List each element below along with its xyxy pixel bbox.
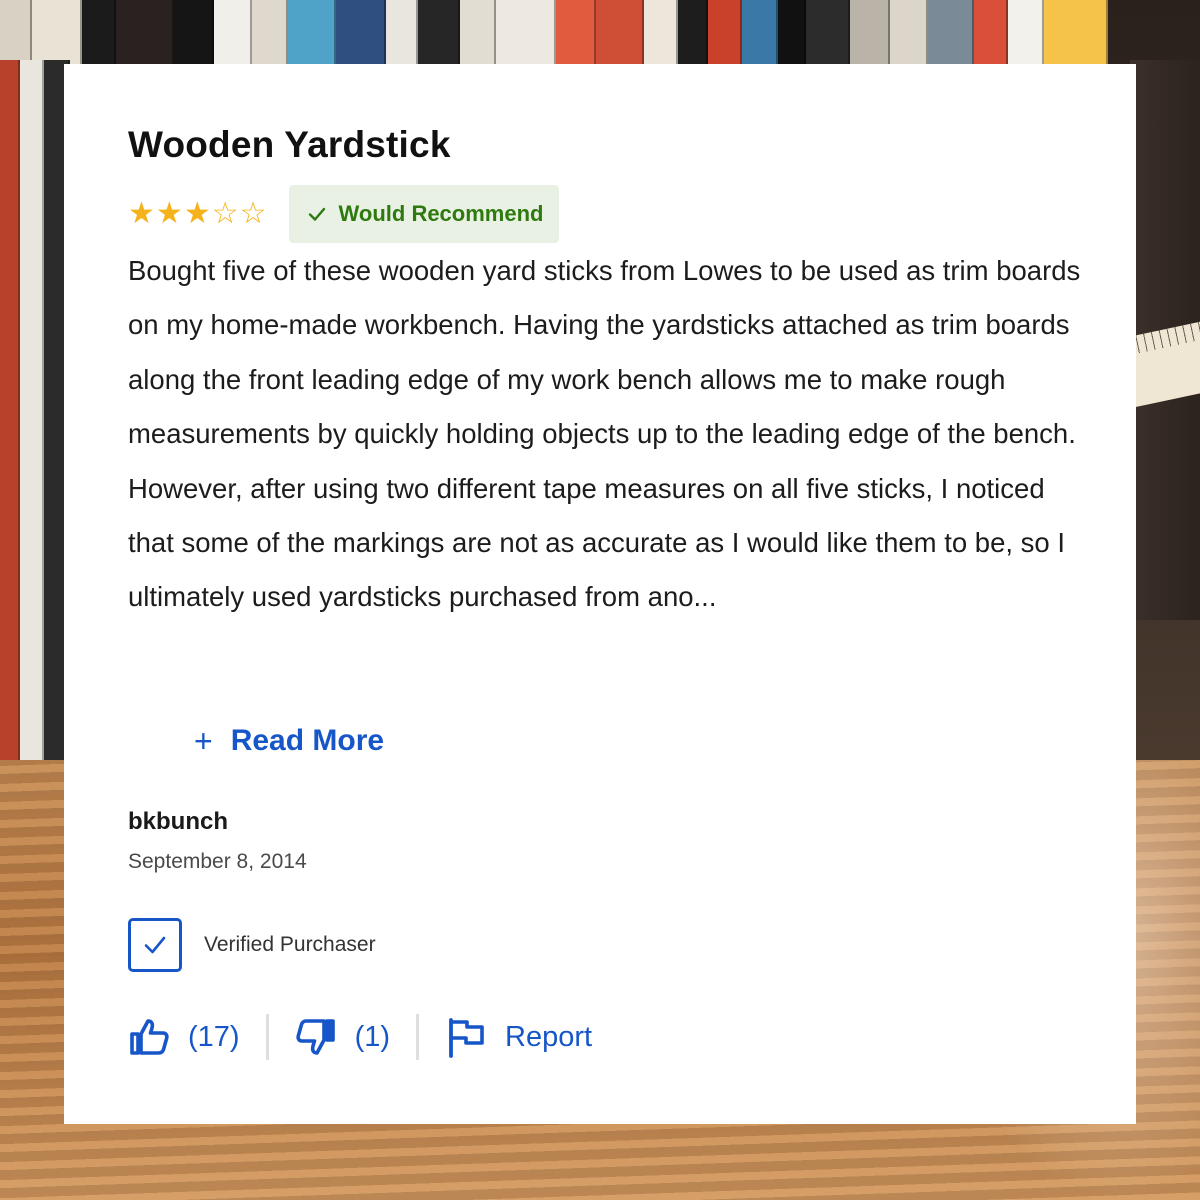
review-body: Bought five of these wooden yard sticks … (128, 255, 1081, 613)
check-icon (308, 207, 325, 221)
review-author: bkbunch (128, 808, 228, 835)
unhelpful-button[interactable]: (1) (295, 1016, 390, 1058)
verified-purchaser: Verified Purchaser (128, 918, 376, 972)
star-filled-icon: ★ (183, 196, 211, 231)
review-actions: (17) (1) Report (128, 1008, 592, 1066)
recommend-label: Would Recommend (338, 201, 544, 226)
review-title: Wooden Yardstick (128, 124, 451, 165)
review-card: Wooden Yardstick ★ ★ ★ ☆ ☆ Would Recommend B… (64, 64, 1136, 1124)
read-more-label: Read More (230, 724, 385, 757)
star-empty-icon: ☆ (239, 196, 267, 231)
report-label: Report (505, 1020, 593, 1053)
star-rating: ★ ★ ★ ☆ ☆ (128, 199, 267, 229)
plus-icon: + (194, 723, 213, 759)
thumbs-up-icon (130, 1019, 169, 1055)
divider (416, 1014, 420, 1060)
star-empty-icon: ☆ (211, 196, 239, 231)
report-button[interactable]: Report (445, 1016, 592, 1058)
verified-label: Verified Purchaser (204, 933, 376, 956)
read-more-button[interactable]: + Read More (194, 716, 384, 766)
unhelpful-count: (1) (354, 1020, 391, 1053)
helpful-button[interactable]: (17) (128, 1016, 240, 1058)
thumbs-down-icon (295, 1019, 335, 1055)
checkbox-checked-icon (128, 918, 182, 972)
rating-row: ★ ★ ★ ☆ ☆ Would Recommend (128, 185, 560, 243)
star-filled-icon: ★ (155, 196, 183, 231)
review-date: September 8, 2014 (128, 850, 307, 873)
flag-icon (449, 1018, 484, 1058)
divider (265, 1014, 269, 1060)
helpful-count: (17) (188, 1020, 240, 1053)
recommend-badge: Would Recommend (288, 185, 560, 243)
star-filled-icon: ★ (128, 196, 155, 231)
